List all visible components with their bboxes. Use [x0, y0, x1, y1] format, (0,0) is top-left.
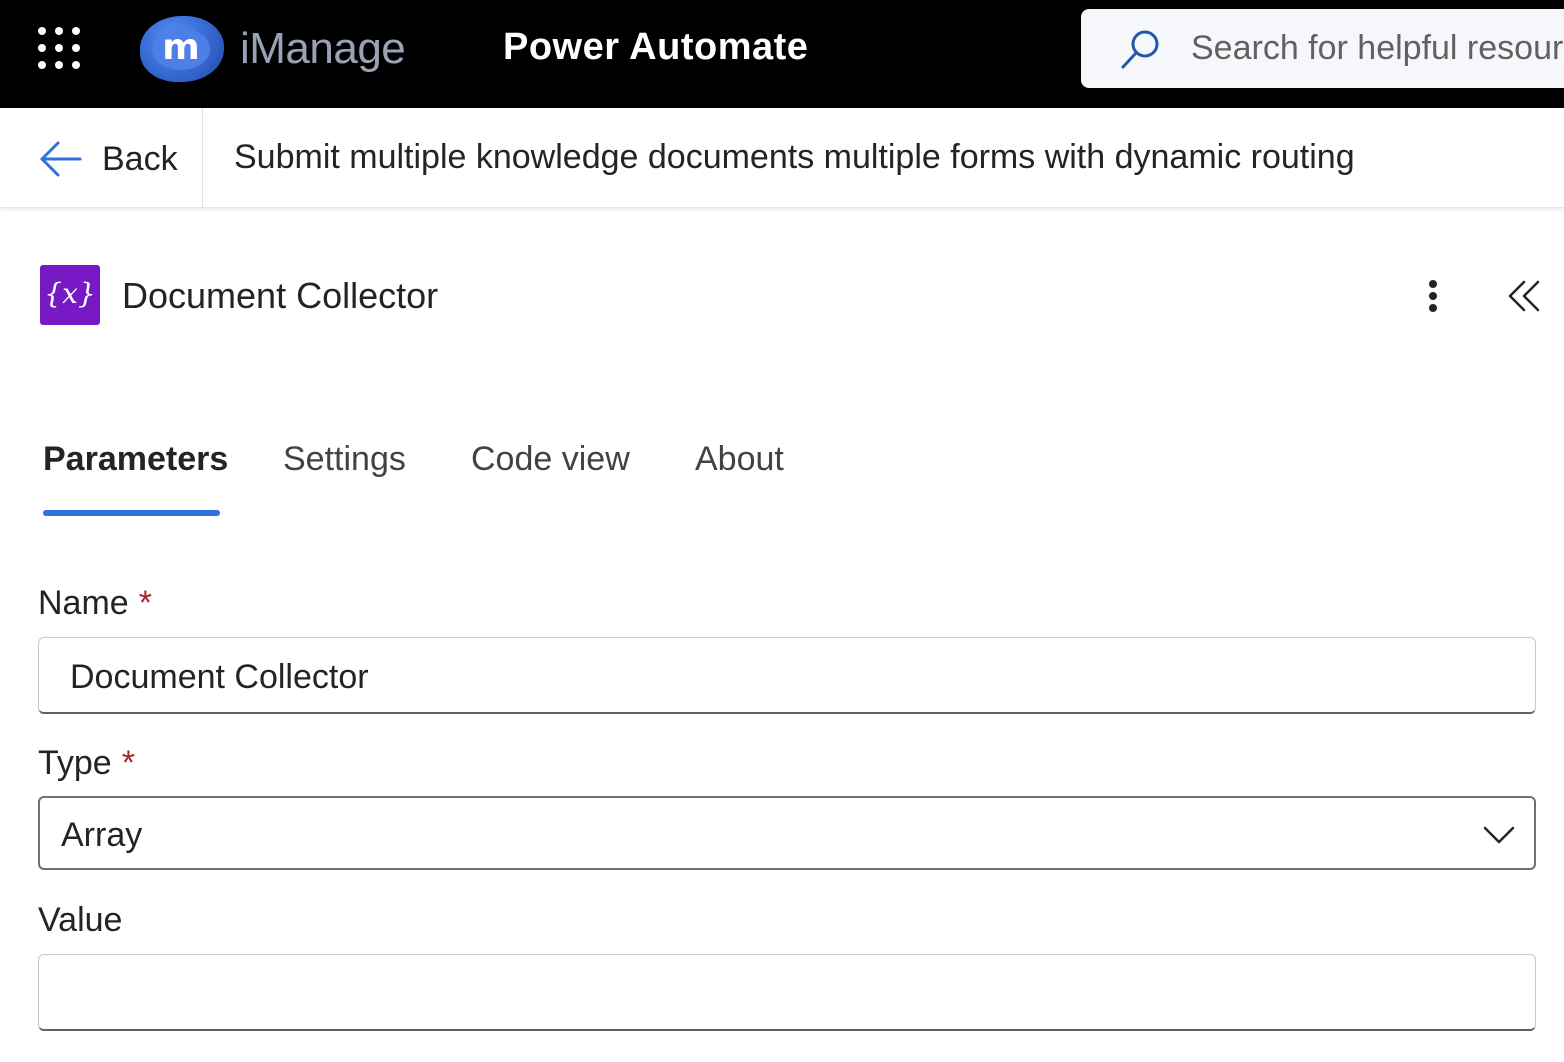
flow-title: Submit multiple knowledge documents mult…	[234, 138, 1355, 176]
top-header-bar: m iManage Power Automate Search for help…	[0, 0, 1564, 108]
variable-icon: {x}	[40, 265, 100, 325]
active-tab-indicator	[43, 510, 220, 516]
required-marker: *	[138, 584, 152, 622]
back-button[interactable]: Back	[38, 136, 178, 182]
back-arrow-icon	[40, 141, 82, 177]
collapse-panel-icon[interactable]	[1504, 276, 1544, 316]
name-field-label: Name *	[38, 584, 152, 622]
search-icon	[1121, 30, 1159, 69]
name-input-value: Document Collector	[70, 658, 369, 696]
action-title[interactable]: Document Collector	[122, 275, 438, 317]
search-input[interactable]: Search for helpful resources	[1191, 29, 1564, 68]
type-dropdown-value: Array	[61, 816, 143, 854]
tab-parameters[interactable]: Parameters	[43, 440, 228, 479]
header-divider	[202, 108, 203, 208]
type-field-label: Type *	[38, 744, 135, 782]
name-input[interactable]: Document Collector	[38, 637, 1536, 714]
tab-code-view[interactable]: Code view	[471, 440, 630, 479]
more-options-icon[interactable]	[1418, 276, 1448, 316]
tab-about[interactable]: About	[695, 440, 784, 479]
value-field-label: Value	[38, 901, 123, 939]
app-title[interactable]: Power Automate	[503, 26, 808, 69]
required-marker: *	[121, 744, 135, 782]
imanage-logo: m iManage	[140, 14, 406, 84]
brand-name: iManage	[240, 24, 406, 73]
flow-header-bar: Back Submit multiple knowledge documents…	[0, 108, 1564, 208]
type-dropdown[interactable]: Array	[38, 796, 1536, 870]
chevron-down-icon	[1483, 826, 1515, 844]
imanage-logo-mark: m	[140, 16, 224, 82]
search-box[interactable]: Search for helpful resources	[1081, 9, 1564, 88]
value-input[interactable]	[38, 954, 1536, 1031]
back-label: Back	[102, 139, 178, 178]
tab-settings[interactable]: Settings	[283, 440, 406, 479]
app-launcher-icon[interactable]	[38, 27, 80, 69]
